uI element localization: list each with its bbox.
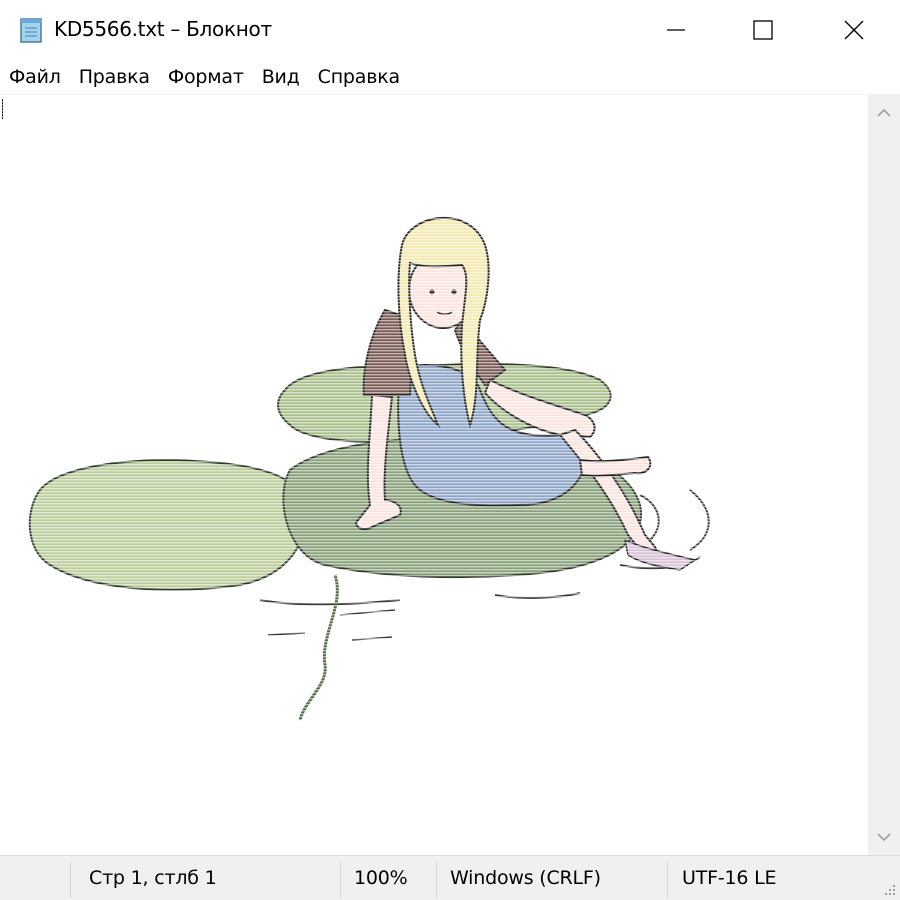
vertical-scrollbar[interactable]	[868, 95, 900, 855]
status-zoom: 100%	[354, 867, 408, 889]
menu-help[interactable]: Справка	[309, 60, 409, 94]
menu-file[interactable]: Файл	[0, 60, 70, 94]
ascii-art-image	[0, 95, 868, 855]
menu-format[interactable]: Формат	[159, 60, 253, 94]
menu-view[interactable]: Вид	[253, 60, 309, 94]
window-title: KD5566.txt – Блокнот	[54, 17, 272, 41]
status-encoding: UTF-16 LE	[682, 867, 777, 889]
status-divider	[70, 862, 71, 898]
menu-edit[interactable]: Правка	[70, 60, 159, 94]
status-line-endings: Windows (CRLF)	[450, 867, 601, 889]
close-button[interactable]	[808, 0, 900, 60]
resize-grip-icon[interactable]	[882, 882, 896, 896]
chevron-up-icon	[877, 108, 891, 117]
status-divider	[436, 862, 437, 898]
close-icon	[844, 20, 864, 40]
maximize-button[interactable]	[717, 0, 809, 60]
status-divider	[340, 862, 341, 898]
title-bar[interactable]: KD5566.txt – Блокнот	[0, 0, 900, 60]
status-cursor-position: Стр 1, стлб 1	[89, 867, 217, 889]
notepad-icon	[18, 16, 44, 44]
maximize-icon	[753, 20, 773, 40]
text-editor[interactable]	[0, 95, 868, 855]
status-divider	[667, 862, 668, 898]
menu-bar: Файл Правка Формат Вид Справка	[0, 60, 900, 95]
scroll-up-button[interactable]	[868, 97, 900, 129]
minimize-button[interactable]	[630, 0, 722, 60]
chevron-down-icon	[877, 833, 891, 842]
status-bar: Стр 1, стлб 1 100% Windows (CRLF) UTF-16…	[0, 855, 900, 900]
scroll-down-button[interactable]	[868, 821, 900, 853]
minimize-icon	[667, 29, 685, 31]
